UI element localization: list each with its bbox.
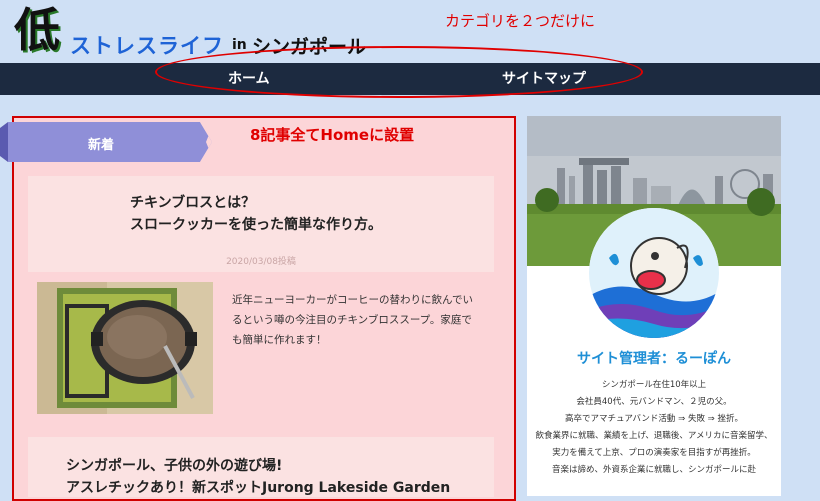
bio-line: シンガポール在住10年以上 [601, 380, 707, 390]
site-header: 低 ストレスライフ in シンガポール カテゴリを２つだけに [0, 0, 820, 63]
bio-line: 実力を備えて上京、プロの演奏家を目指すが再挫折。 [552, 448, 756, 458]
post-title-line: シンガポール、子供の外の遊び場! [66, 458, 283, 474]
logo-country-text: シンガポール [252, 36, 367, 58]
logo-main-text: ストレスライフ [70, 34, 224, 58]
logo-in-text: in [232, 37, 247, 53]
post-title-line: チキンブロスとは？ [130, 195, 256, 211]
bio-line: 飲食業界に就職、業績を上げ、退職後、アメリカに音楽留学、 [535, 431, 773, 441]
bio-line: 会社員40代、元バンドマン、２児の父。 [576, 397, 732, 407]
nav-item-home[interactable]: ホーム [228, 63, 270, 95]
logo-kanji: 低 [14, 3, 60, 57]
post-thumbnail[interactable] [37, 282, 213, 414]
post-title-line: スロークッカーを使った簡単な作り方。 [130, 217, 382, 233]
post-card[interactable]: シンガポール、子供の外の遊び場! アスレチックあり！新スポットJurong La… [28, 437, 494, 497]
bio-line: 高卒でアマチュアバンド活動 ⇒ 失敗 ⇒ 挫折。 [565, 414, 743, 424]
admin-name: サイト管理者：るーぽん [577, 351, 731, 367]
post-card[interactable]: チキンブロスとは？ スロークッカーを使った簡単な作り方。 2020/03/08投… [28, 176, 494, 424]
admin-bio: シンガポール在住10年以上 会社員40代、元バンドマン、２児の父。 高卒でアマチ… [535, 377, 773, 479]
annotation-main: 8記事全てHomeに設置 [250, 126, 415, 144]
avatar[interactable] [589, 208, 719, 338]
section-ribbon: 新着 [0, 122, 214, 162]
main-nav: ホーム サイトマップ [0, 63, 820, 95]
chicken-broth-pot-image [37, 282, 213, 414]
post-title-line: アスレチックあり！新スポットJurong Lakeside Garden [66, 480, 451, 496]
sidebar-profile: サイト管理者：るーぽん シンガポール在住10年以上 会社員40代、元バンドマン、… [527, 116, 781, 496]
merlion-avatar-icon [589, 208, 719, 338]
post-title[interactable]: シンガポール、子供の外の遊び場! アスレチックあり！新スポットJurong La… [66, 455, 450, 499]
post-excerpt: 近年ニューヨーカーがコーヒーの替わりに飲んでいるという噂の今注目のチキンブロスス… [232, 294, 473, 346]
post-body: 近年ニューヨーカーがコーヒーの替わりに飲んでいるという噂の今注目のチキンブロスス… [28, 272, 494, 424]
bio-line: 音楽は諦め、外資系企業に就職し、シンガポールに赴 [551, 465, 756, 475]
annotation-top: カテゴリを２つだけに [445, 12, 596, 30]
nav-item-sitemap[interactable]: サイトマップ [502, 63, 586, 95]
post-title[interactable]: チキンブロスとは？ スロークッカーを使った簡単な作り方。 [130, 192, 382, 236]
section-label: 新着 [88, 138, 115, 153]
post-date: 2020/03/08投稿 [226, 257, 296, 267]
